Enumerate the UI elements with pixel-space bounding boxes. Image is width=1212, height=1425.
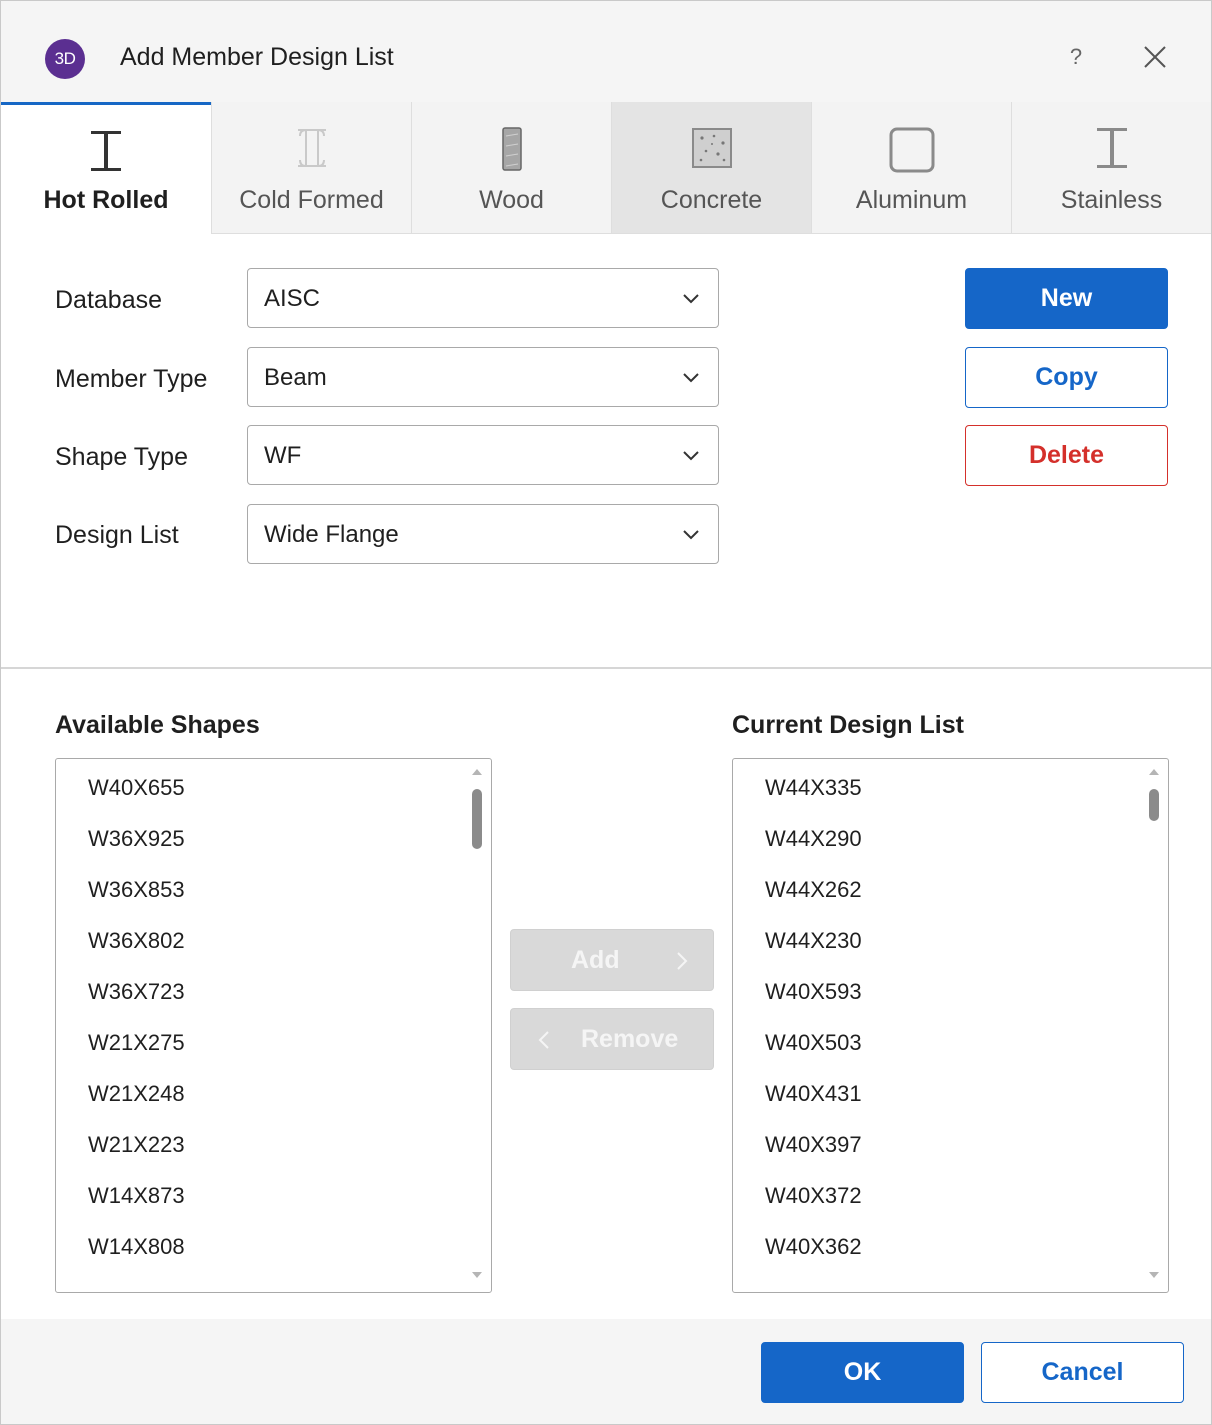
list-item[interactable]: W40X431 <box>765 1081 862 1107</box>
list-item[interactable]: W44X290 <box>765 826 862 852</box>
list-item[interactable]: W44X230 <box>765 928 862 954</box>
copy-button[interactable]: Copy <box>965 347 1168 408</box>
list-item[interactable]: W40X397 <box>765 1132 862 1158</box>
available-shapes-list[interactable]: W40X655 W36X925 W36X853 W36X802 W36X723 … <box>55 758 492 1293</box>
concrete-block-icon <box>691 128 732 168</box>
scroll-up-icon[interactable] <box>1148 767 1160 777</box>
list-item[interactable]: W36X723 <box>88 979 185 1005</box>
i-beam-icon <box>91 131 121 171</box>
tab-label: Aluminum <box>855 186 968 214</box>
add-member-design-list-dialog: 3D Add Member Design List ? Hot Rolled C <box>0 0 1212 1425</box>
remove-button[interactable]: Remove <box>510 1008 714 1070</box>
shape-type-label: Shape Type <box>55 443 188 471</box>
list-item[interactable]: W40X503 <box>765 1030 862 1056</box>
database-label: Database <box>55 286 163 314</box>
scrollbar-thumb[interactable] <box>472 789 482 849</box>
tab-label: Cold Formed <box>239 186 384 214</box>
available-shapes-title: Available Shapes <box>55 711 260 739</box>
delete-button[interactable]: Delete <box>965 425 1168 486</box>
shape-type-value: WF <box>264 442 302 469</box>
chevron-left-icon <box>538 1031 549 1049</box>
add-button-label: Add <box>571 946 620 974</box>
chevron-down-icon <box>683 530 699 540</box>
add-button[interactable]: Add <box>510 929 714 991</box>
title-bar: 3D Add Member Design List ? <box>1 1 1211 103</box>
tab-wood[interactable]: Wood <box>411 102 611 234</box>
tab-stainless[interactable]: Stainless <box>1011 102 1211 234</box>
list-item[interactable]: W40X593 <box>765 979 862 1005</box>
scroll-up-icon[interactable] <box>471 767 483 777</box>
list-item[interactable]: W36X853 <box>88 877 185 903</box>
remove-button-label: Remove <box>581 1025 679 1053</box>
chevron-right-icon <box>677 952 688 970</box>
close-icon <box>1144 46 1166 68</box>
cancel-button[interactable]: Cancel <box>981 1342 1184 1403</box>
scrollbar-thumb[interactable] <box>1149 789 1159 821</box>
app-3d-icon: 3D <box>45 39 85 79</box>
list-item[interactable]: W14X808 <box>88 1234 185 1260</box>
list-item[interactable]: W40X372 <box>765 1183 862 1209</box>
list-item[interactable]: W21X275 <box>88 1030 185 1056</box>
current-design-list-title: Current Design List <box>732 711 964 739</box>
scroll-down-icon[interactable] <box>471 1270 483 1280</box>
chevron-down-icon <box>683 451 699 461</box>
design-list-select[interactable]: Wide Flange <box>247 504 719 564</box>
tab-label: Stainless <box>1060 186 1163 214</box>
design-list-value: Wide Flange <box>264 521 399 548</box>
member-type-label: Member Type <box>55 365 208 393</box>
design-list-label: Design List <box>55 521 179 549</box>
tab-label: Wood <box>479 186 544 214</box>
dialog-footer: OK Cancel <box>1 1319 1211 1424</box>
material-tabs: Hot Rolled Cold Formed Wood Concrete Alu… <box>1 102 1211 236</box>
list-item[interactable]: W21X248 <box>88 1081 185 1107</box>
member-type-value: Beam <box>264 364 327 391</box>
list-item[interactable]: W40X362 <box>765 1234 862 1260</box>
chevron-down-icon <box>683 294 699 304</box>
list-item[interactable]: W40X655 <box>88 775 185 801</box>
hollow-rect-icon <box>889 127 934 173</box>
c-channel-icon <box>297 129 326 167</box>
ok-button[interactable]: OK <box>761 1342 964 1403</box>
wood-plank-icon <box>501 127 522 171</box>
tab-cold-formed[interactable]: Cold Formed <box>211 102 411 234</box>
tab-label: Hot Rolled <box>43 186 169 214</box>
tab-aluminum[interactable]: Aluminum <box>811 102 1011 234</box>
list-item[interactable]: W14X873 <box>88 1183 185 1209</box>
help-button[interactable]: ? <box>1061 39 1091 75</box>
tab-label: Concrete <box>660 186 763 214</box>
section-divider <box>1 667 1211 669</box>
database-value: AISC <box>264 285 321 312</box>
current-design-list[interactable]: W44X335 W44X290 W44X262 W44X230 W40X593 … <box>732 758 1169 1293</box>
database-select[interactable]: AISC <box>247 268 719 328</box>
member-type-select[interactable]: Beam <box>247 347 719 407</box>
i-beam-outline-icon <box>1096 128 1127 168</box>
scroll-down-icon[interactable] <box>1148 1270 1160 1280</box>
list-item[interactable]: W36X802 <box>88 928 185 954</box>
chevron-down-icon <box>683 373 699 383</box>
new-button[interactable]: New <box>965 268 1168 329</box>
tab-concrete[interactable]: Concrete <box>611 102 811 234</box>
list-item[interactable]: W21X223 <box>88 1132 185 1158</box>
dialog-title: Add Member Design List <box>120 43 394 71</box>
shape-type-select[interactable]: WF <box>247 425 719 485</box>
tab-hot-rolled[interactable]: Hot Rolled <box>1 102 211 234</box>
list-item[interactable]: W44X262 <box>765 877 862 903</box>
list-item[interactable]: W36X925 <box>88 826 185 852</box>
close-button[interactable] <box>1137 39 1173 75</box>
list-item[interactable]: W44X335 <box>765 775 862 801</box>
